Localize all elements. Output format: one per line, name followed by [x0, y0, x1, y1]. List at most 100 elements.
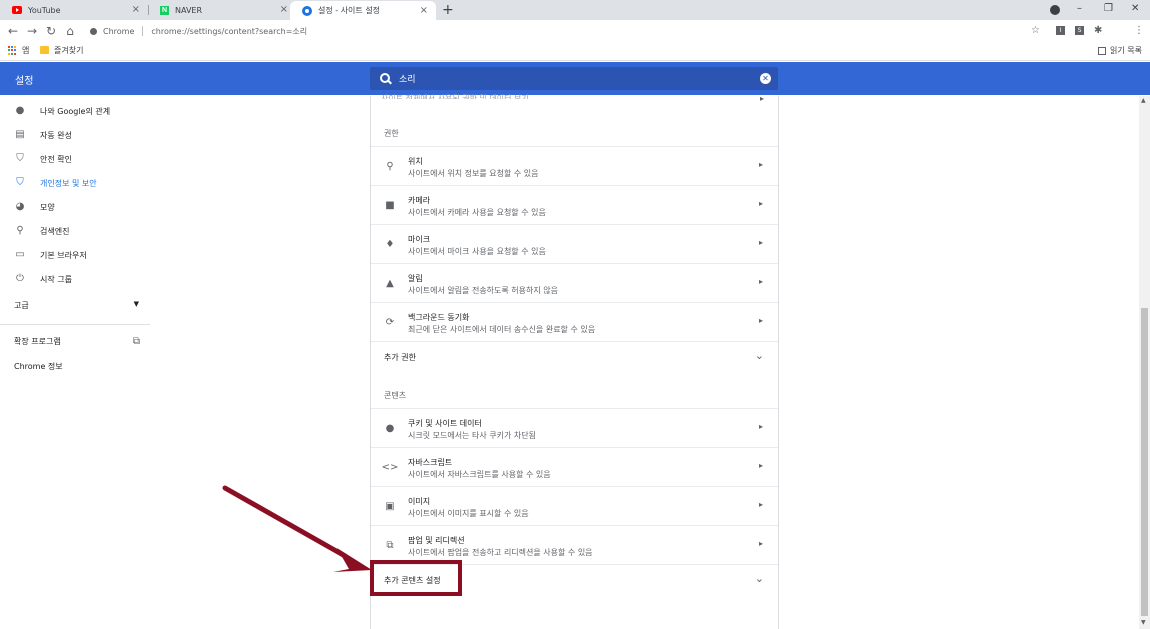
apps-icon[interactable] — [8, 46, 17, 55]
permission-row-background-sync[interactable]: ⟳ 백그라운드 동기화 최근에 닫은 사이트에서 데이터 송수신을 완료할 수 … — [371, 302, 778, 341]
permission-row-microphone[interactable]: ♦ 마이크 사이트에서 마이크 사용을 요청할 수 있음 ▸ — [371, 224, 778, 263]
tab-youtube[interactable]: YouTube × — [0, 0, 148, 20]
page-scrollbar[interactable]: ▲ ▼ — [1139, 96, 1150, 629]
puzzle-icon[interactable]: ✱ — [1094, 24, 1102, 38]
omnibox-divider — [142, 26, 144, 36]
row-subtitle: 사이트에서 이미지를 표시할 수 있음 — [408, 509, 529, 518]
address-bar[interactable]: Chrome chrome://settings/content?search=… — [86, 23, 1096, 39]
clear-search-icon[interactable]: ✕ — [760, 73, 771, 84]
open-in-new-icon: ⧉ — [386, 540, 394, 551]
row-title: 이미지 — [408, 497, 431, 506]
tab-title: YouTube — [28, 5, 61, 15]
tab-naver[interactable]: N NAVER × — [148, 0, 296, 20]
settings-search-input[interactable]: 소리 ✕ — [370, 67, 778, 90]
bookmarks-bar: 앱 즐겨찾기 읽기 목록 — [0, 42, 1150, 61]
youtube-icon — [12, 6, 22, 14]
chevron-right-icon: ▸ — [759, 94, 764, 103]
sidebar-advanced-toggle[interactable]: 고급 ▼ — [14, 300, 139, 311]
tab-close-icon[interactable]: × — [280, 4, 288, 16]
truncated-row: 사이트 전체에서 사용된 권한 및 데이터 보기 — [381, 94, 529, 99]
sidebar-item-label: 모양 — [40, 202, 55, 212]
chevron-down-icon: ▼ — [133, 300, 139, 308]
camera-icon: ■ — [385, 200, 395, 211]
permission-row-notifications[interactable]: ▲ 알림 사이트에서 알림을 전송하도록 허용하지 않음 ▸ — [371, 263, 778, 302]
palette-icon: ◕ — [15, 201, 25, 212]
chevron-right-icon: ▸ — [758, 422, 763, 431]
extension-icon[interactable]: I — [1056, 26, 1065, 35]
restore-icon[interactable]: ❐ — [1104, 3, 1113, 15]
tab-title: NAVER — [175, 5, 203, 15]
row-title: 알림 — [408, 274, 423, 283]
chevron-right-icon: ▸ — [758, 238, 763, 247]
scroll-thumb[interactable] — [1141, 308, 1148, 616]
home-icon[interactable]: ⌂ — [63, 24, 77, 38]
naver-icon: N — [160, 5, 169, 15]
sidebar-item-about-chrome[interactable]: Chrome 정보 — [14, 361, 63, 372]
settings-header: 설정 소리 ✕ — [0, 62, 1150, 95]
tab-title: 설정 - 사이트 설정 — [318, 6, 381, 15]
settings-gear-icon — [302, 5, 312, 16]
minimize-icon[interactable]: – — [1077, 3, 1082, 15]
reading-list-icon — [1098, 47, 1107, 55]
row-subtitle: 사이트에서 마이크 사용을 요청할 수 있음 — [408, 247, 546, 256]
sidebar-item-extensions[interactable]: 확장 프로그램 ⧉ — [14, 336, 140, 347]
sidebar-item-safety-check[interactable]: ⛉ 안전 확인 — [0, 148, 150, 170]
image-icon: ▣ — [385, 501, 395, 512]
sidebar-item-on-startup[interactable]: ⏻ 시작 그룹 — [0, 268, 150, 290]
extension-icon[interactable]: S — [1075, 26, 1084, 35]
tab-close-icon[interactable]: × — [420, 5, 428, 17]
code-icon: <> — [381, 462, 399, 473]
bookmark-apps[interactable]: 앱 — [22, 46, 29, 56]
expand-row-title: 추가 권한 — [384, 353, 416, 362]
row-subtitle: 사이트에서 알림을 전송하도록 허용하지 않음 — [408, 286, 559, 295]
row-title: 쿠키 및 사이트 데이터 — [408, 419, 482, 428]
sidebar-item-label: 나와 Google의 관계 — [40, 106, 111, 116]
new-tab-button[interactable]: + — [442, 2, 454, 18]
profile-icon[interactable] — [1050, 5, 1060, 15]
bell-icon: ▲ — [386, 278, 394, 289]
tab-strip: YouTube × N NAVER × 설정 - 사이트 설정 × + – ❐ … — [0, 0, 1150, 20]
shield-check-icon: ⛉ — [16, 153, 24, 164]
sidebar-item-label: 시작 그룹 — [40, 274, 72, 284]
content-row-popups[interactable]: ⧉ 팝업 및 리디렉션 사이트에서 팝업을 전송하고 리디렉션을 사용할 수 있… — [371, 525, 778, 564]
sidebar-item-label: 안전 확인 — [40, 154, 72, 164]
forward-icon[interactable]: → — [25, 24, 39, 38]
site-info-icon[interactable] — [90, 27, 97, 35]
shield-icon: ⛉ — [16, 177, 24, 188]
url-text[interactable]: chrome://settings/content?search=소리 — [151, 26, 307, 37]
scroll-down-arrow-icon[interactable]: ▼ — [1141, 619, 1146, 626]
bookmark-star-icon[interactable]: ☆ — [1031, 24, 1040, 38]
search-value[interactable]: 소리 — [399, 72, 416, 85]
open-in-new-icon: ⧉ — [132, 336, 140, 347]
content-row-javascript[interactable]: <> 자바스크립트 사이트에서 자바스크립트를 사용할 수 있음 ▸ — [371, 447, 778, 486]
sidebar-extensions-label: 확장 프로그램 — [14, 337, 61, 346]
sidebar-item-privacy[interactable]: ⛉ 개인정보 및 보안 — [0, 172, 150, 194]
sidebar-item-you-and-google[interactable]: ● 나와 Google의 관계 — [0, 100, 150, 122]
sidebar-item-search-engine[interactable]: ⚲ 검색엔진 — [0, 220, 150, 242]
permission-row-camera[interactable]: ■ 카메라 사이트에서 카메라 사용을 요청할 수 있음 ▸ — [371, 185, 778, 224]
permission-row-location[interactable]: ⚲ 위치 사이트에서 위치 정보를 요청할 수 있음 ▸ — [371, 146, 778, 185]
chevron-right-icon: ▸ — [758, 316, 763, 325]
scroll-up-arrow-icon[interactable]: ▲ — [1141, 97, 1146, 104]
tab-close-icon[interactable]: × — [132, 4, 140, 16]
sidebar-item-label: 개인정보 및 보안 — [40, 178, 97, 188]
back-icon[interactable]: ← — [6, 24, 20, 38]
sidebar-item-default-browser[interactable]: ▭ 기본 브라우저 — [0, 244, 150, 266]
more-menu-icon[interactable]: ⋮ — [1134, 24, 1144, 38]
row-title: 마이크 — [408, 235, 431, 244]
tab-settings[interactable]: 설정 - 사이트 설정 × — [290, 1, 436, 20]
close-window-icon[interactable]: ✕ — [1131, 3, 1139, 15]
bookmark-folder[interactable]: 즐겨찾기 — [54, 46, 83, 56]
sidebar-item-label: 기본 브라우저 — [40, 250, 87, 260]
reload-icon[interactable]: ↻ — [44, 24, 58, 38]
reading-list-button[interactable]: 읽기 목록 — [1098, 46, 1142, 56]
content-row-cookies[interactable]: ● 쿠키 및 사이트 데이터 시크릿 모드에서는 타사 쿠키가 차단됨 ▸ — [371, 408, 778, 447]
sidebar-item-appearance[interactable]: ◕ 모양 — [0, 196, 150, 218]
more-permissions-toggle[interactable]: 추가 권한 ⌄ — [371, 341, 778, 371]
content-section-label: 콘텐츠 — [384, 391, 407, 400]
settings-sidebar: ● 나와 Google의 관계 ▤ 자동 완성 ⛉ 안전 확인 ⛉ 개인정보 및… — [0, 96, 150, 629]
chevron-right-icon: ▸ — [758, 461, 763, 470]
sync-icon: ⟳ — [385, 317, 395, 328]
content-row-images[interactable]: ▣ 이미지 사이트에서 이미지를 표시할 수 있음 ▸ — [371, 486, 778, 525]
sidebar-item-autofill[interactable]: ▤ 자동 완성 — [0, 124, 150, 146]
